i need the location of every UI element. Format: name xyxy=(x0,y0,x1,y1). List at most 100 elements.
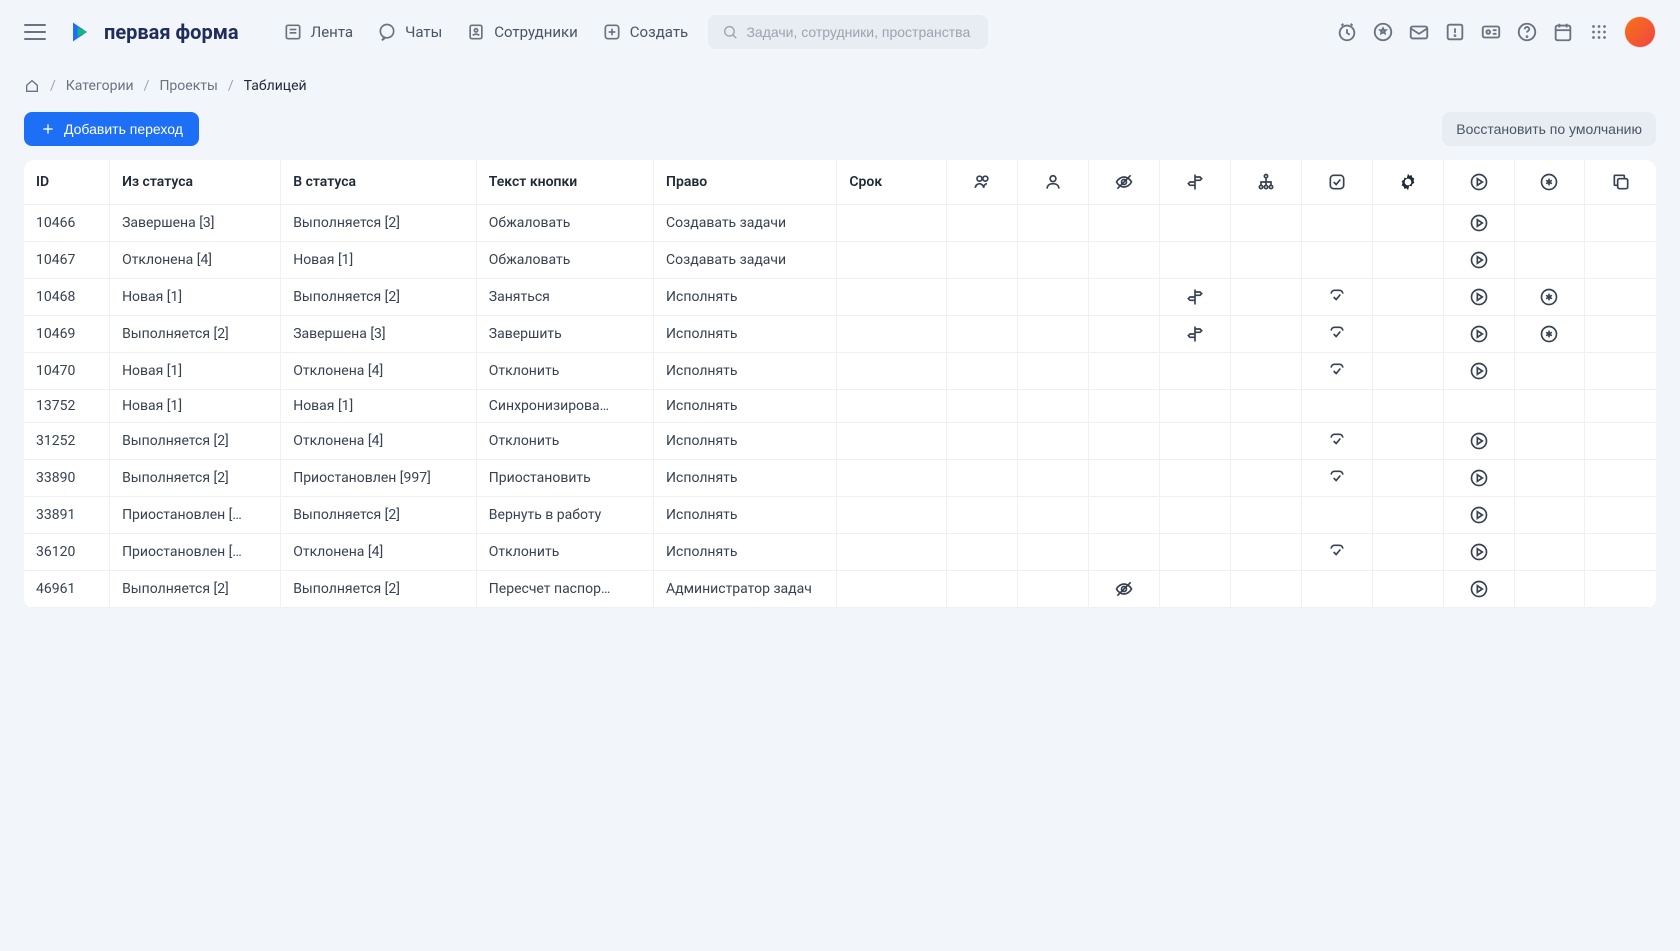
cell-copy xyxy=(1585,422,1656,459)
col-asterisk-icon[interactable] xyxy=(1514,160,1585,204)
cell-asterisk xyxy=(1514,389,1585,422)
cell-from: Отклонена [4] xyxy=(110,241,281,278)
col-gear-icon[interactable] xyxy=(1372,160,1443,204)
nav-staff[interactable]: Сотрудники xyxy=(466,22,578,42)
cell-id: 10467 xyxy=(24,241,110,278)
col-id[interactable]: ID xyxy=(24,160,110,204)
cell-signpost xyxy=(1160,496,1231,533)
table-row[interactable]: 10470Новая [1]Отклонена [4]ОтклонитьИспо… xyxy=(24,352,1656,389)
nav: Лента Чаты Сотрудники Создать xyxy=(283,22,689,42)
apps-icon[interactable] xyxy=(1588,21,1610,43)
cell-permission: Исполнять xyxy=(654,352,837,389)
nav-create[interactable]: Создать xyxy=(602,22,688,42)
cell-hierarchy xyxy=(1230,315,1301,352)
calendar-icon[interactable] xyxy=(1552,21,1574,43)
col-to-status[interactable]: В статуса xyxy=(281,160,477,204)
logo[interactable]: первая форма xyxy=(66,18,239,46)
star-circle-icon[interactable] xyxy=(1372,21,1394,43)
search-box[interactable] xyxy=(708,15,988,49)
cell-copy xyxy=(1585,352,1656,389)
table-row[interactable]: 10466Завершена [3]Выполняется [2]Обжалов… xyxy=(24,204,1656,241)
help-icon[interactable] xyxy=(1516,21,1538,43)
cell-person xyxy=(1018,241,1089,278)
cell-hidden xyxy=(1089,278,1160,315)
col-permission[interactable]: Право xyxy=(654,160,837,204)
crumb-categories[interactable]: Категории xyxy=(66,78,134,94)
cell-hierarchy xyxy=(1230,278,1301,315)
search-input[interactable] xyxy=(746,24,974,40)
cell-copy xyxy=(1585,570,1656,607)
crumb-table[interactable]: Таблицей xyxy=(244,78,307,94)
cell-asterisk xyxy=(1514,278,1585,315)
menu-icon[interactable] xyxy=(24,24,46,40)
cell-copy xyxy=(1585,389,1656,422)
cell-button-text: Синхронизирова… xyxy=(476,389,653,422)
cell-from: Выполняется [2] xyxy=(110,570,281,607)
cell-deadline xyxy=(837,459,947,496)
cell-from: Выполняется [2] xyxy=(110,422,281,459)
cell-check xyxy=(1301,570,1372,607)
cell-check xyxy=(1301,352,1372,389)
table-row[interactable]: 10468Новая [1]Выполняется [2]ЗанятьсяИсп… xyxy=(24,278,1656,315)
cell-person xyxy=(1018,204,1089,241)
feed-icon xyxy=(283,22,303,42)
nav-feed[interactable]: Лента xyxy=(283,22,353,42)
cell-permission: Исполнять xyxy=(654,533,837,570)
col-hierarchy-icon[interactable] xyxy=(1230,160,1301,204)
cell-play xyxy=(1443,422,1514,459)
mail-icon[interactable] xyxy=(1408,21,1430,43)
col-from-status[interactable]: Из статуса xyxy=(110,160,281,204)
cell-copy xyxy=(1585,204,1656,241)
cell-asterisk xyxy=(1514,496,1585,533)
col-people-icon[interactable] xyxy=(947,160,1018,204)
cell-to: Выполняется [2] xyxy=(281,496,477,533)
cell-person xyxy=(1018,315,1089,352)
cell-signpost xyxy=(1160,422,1231,459)
reset-button[interactable]: Восстановить по умолчанию xyxy=(1442,112,1656,146)
cell-hierarchy xyxy=(1230,352,1301,389)
table-row[interactable]: 10467Отклонена [4]Новая [1]ОбжаловатьСоз… xyxy=(24,241,1656,278)
cell-copy xyxy=(1585,496,1656,533)
nav-chats[interactable]: Чаты xyxy=(377,22,442,42)
cell-gear xyxy=(1372,278,1443,315)
cell-deadline xyxy=(837,315,947,352)
cell-check xyxy=(1301,204,1372,241)
table-row[interactable]: 33890Выполняется [2]Приостановлен [997]П… xyxy=(24,459,1656,496)
clock-icon[interactable] xyxy=(1336,21,1358,43)
cell-permission: Исполнять xyxy=(654,422,837,459)
col-deadline[interactable]: Срок xyxy=(837,160,947,204)
home-icon[interactable] xyxy=(24,78,40,94)
crumb-projects[interactable]: Проекты xyxy=(159,78,217,94)
cell-gear xyxy=(1372,459,1443,496)
table-row[interactable]: 36120Приостановлен […Отклонена [4]Отклон… xyxy=(24,533,1656,570)
cell-hierarchy xyxy=(1230,496,1301,533)
cell-hidden xyxy=(1089,204,1160,241)
table-row[interactable]: 31252Выполняется [2]Отклонена [4]Отклони… xyxy=(24,422,1656,459)
cell-hierarchy xyxy=(1230,459,1301,496)
table-row[interactable]: 10469Выполняется [2]Завершена [3]Заверши… xyxy=(24,315,1656,352)
col-play-icon[interactable] xyxy=(1443,160,1514,204)
col-signpost-icon[interactable] xyxy=(1160,160,1231,204)
col-copy-icon[interactable] xyxy=(1585,160,1656,204)
table-row[interactable]: 46961Выполняется [2]Выполняется [2]Перес… xyxy=(24,570,1656,607)
table-row[interactable]: 33891Приостановлен […Выполняется [2]Верн… xyxy=(24,496,1656,533)
cell-check xyxy=(1301,422,1372,459)
cell-play xyxy=(1443,204,1514,241)
avatar[interactable] xyxy=(1624,16,1656,48)
col-button-text[interactable]: Текст кнопки xyxy=(476,160,653,204)
cell-hierarchy xyxy=(1230,422,1301,459)
table-row[interactable]: 13752Новая [1]Новая [1]Синхронизирова…Ис… xyxy=(24,389,1656,422)
col-check-icon[interactable] xyxy=(1301,160,1372,204)
cell-asterisk xyxy=(1514,315,1585,352)
cell-play xyxy=(1443,459,1514,496)
cell-id: 10469 xyxy=(24,315,110,352)
add-transition-button[interactable]: Добавить переход xyxy=(24,112,199,146)
col-hidden-icon[interactable] xyxy=(1089,160,1160,204)
cell-play xyxy=(1443,241,1514,278)
cell-people xyxy=(947,422,1018,459)
alert-icon[interactable] xyxy=(1444,21,1466,43)
id-icon[interactable] xyxy=(1480,21,1502,43)
col-person-icon[interactable] xyxy=(1018,160,1089,204)
cell-id: 46961 xyxy=(24,570,110,607)
cell-signpost xyxy=(1160,389,1231,422)
